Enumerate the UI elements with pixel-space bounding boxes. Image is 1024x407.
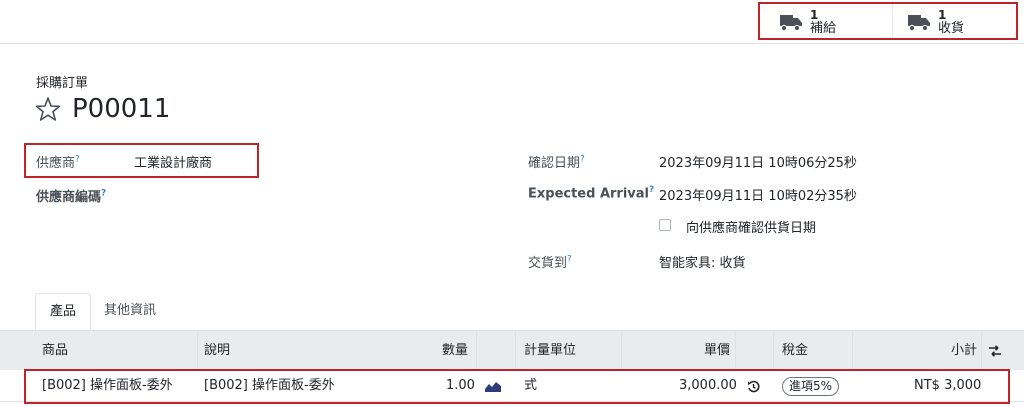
- row-description[interactable]: [B002] 操作面板-委外: [204, 370, 335, 402]
- vendor-help-icon[interactable]: ?: [75, 155, 80, 165]
- expected-arrival-help-icon[interactable]: ?: [649, 185, 654, 195]
- confirm-date-label: 確認日期?: [528, 154, 585, 171]
- document-type-label: 採購訂單: [36, 76, 89, 91]
- column-divider: [515, 331, 516, 371]
- column-divider: [773, 331, 774, 371]
- forecast-chart-icon[interactable]: [485, 380, 501, 392]
- optional-columns-icon[interactable]: [988, 345, 1002, 357]
- replenish-label: 補給: [810, 21, 837, 36]
- column-divider: [981, 331, 982, 371]
- notebook-tabs: 產品 其他資訊: [0, 293, 1024, 330]
- vendor-reference-label: 供應商編碼?: [36, 188, 107, 205]
- deliver-to-field[interactable]: 智能家具: 收貨: [659, 252, 746, 271]
- column-divider: [621, 331, 622, 371]
- confirm-date-field[interactable]: 2023年09月11日 10時06分25秒: [659, 152, 857, 171]
- document-name: P00011: [72, 94, 171, 124]
- vendor-ref-help-icon[interactable]: ?: [101, 189, 106, 199]
- order-lines-header: 商品 說明 數量 計量單位 單價 稅金 小計: [0, 330, 1024, 371]
- deliver-to-help-icon[interactable]: ?: [567, 255, 572, 265]
- column-divider: [852, 331, 853, 371]
- truck-icon: [780, 15, 802, 31]
- receipt-smart-button[interactable]: 1 收貨: [908, 4, 1008, 40]
- column-subtotal[interactable]: 小計: [951, 331, 977, 371]
- vendor-label: 供應商?: [36, 154, 80, 171]
- table-row[interactable]: [B002] 操作面板-委外 [B002] 操作面板-委外 1.00 式 3,0…: [0, 370, 1024, 402]
- expected-arrival-field[interactable]: 2023年09月11日 10時02分35秒: [659, 185, 857, 204]
- star-icon[interactable]: [35, 96, 61, 122]
- ask-confirmation-checkbox[interactable]: [659, 219, 671, 231]
- row-subtotal: NT$ 3,000: [914, 378, 982, 393]
- row-quantity[interactable]: 1.00: [446, 370, 475, 402]
- column-product[interactable]: 商品: [42, 331, 68, 371]
- history-icon[interactable]: [747, 380, 760, 393]
- truck-icon: [908, 15, 930, 31]
- deliver-to-label: 交貨到?: [528, 254, 572, 271]
- confirm-date-help-icon[interactable]: ?: [580, 155, 585, 165]
- column-unit-price[interactable]: 單價: [704, 331, 730, 371]
- column-description[interactable]: 說明: [204, 331, 230, 371]
- tab-other-info[interactable]: 其他資訊: [104, 293, 156, 330]
- smart-button-divider: [892, 4, 893, 40]
- row-uom[interactable]: 式: [524, 370, 537, 402]
- expected-arrival-label: Expected Arrival?: [528, 185, 655, 202]
- row-unit-price[interactable]: 3,000.00: [679, 370, 737, 402]
- column-divider: [735, 331, 736, 371]
- tax-badge[interactable]: 進項5%: [782, 377, 840, 396]
- column-taxes[interactable]: 稅金: [782, 331, 808, 371]
- vendor-field[interactable]: 工業設計廠商: [134, 152, 212, 171]
- ask-confirmation-label: 向供應商確認供貨日期: [686, 221, 817, 236]
- control-panel: 1 補給 1 收貨: [0, 0, 1024, 44]
- column-quantity[interactable]: 數量: [442, 331, 468, 371]
- column-uom[interactable]: 計量單位: [524, 331, 576, 371]
- replenish-smart-button[interactable]: 1 補給: [780, 4, 892, 40]
- column-divider: [476, 331, 477, 371]
- column-divider: [197, 331, 198, 371]
- row-product[interactable]: [B002] 操作面板-委外: [42, 370, 173, 402]
- receipt-label: 收貨: [938, 21, 965, 36]
- tab-products[interactable]: 產品: [35, 293, 91, 330]
